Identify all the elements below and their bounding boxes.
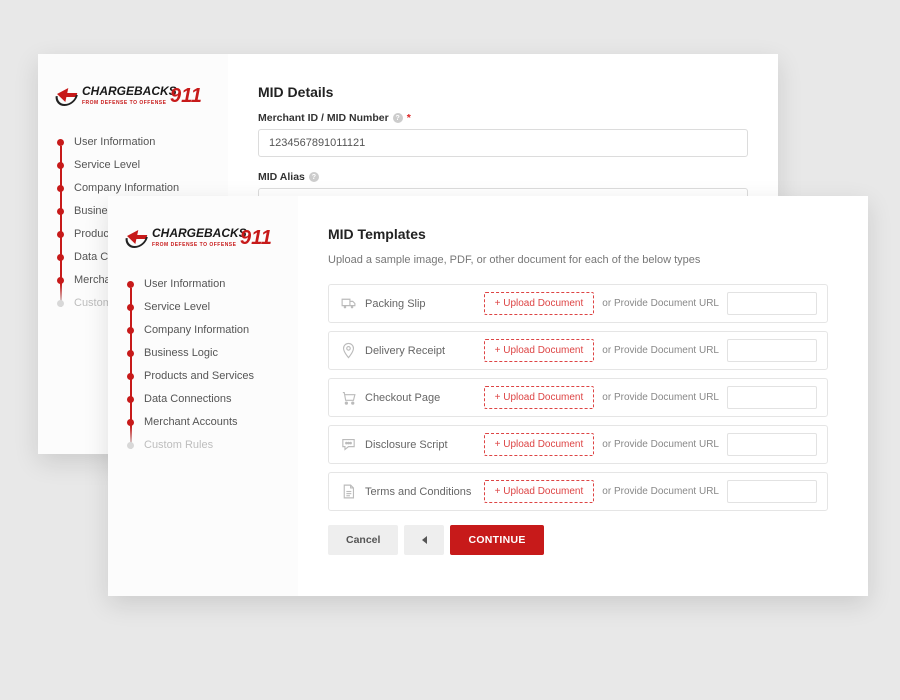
section-title: MID Templates <box>328 226 828 242</box>
sidebar-step[interactable]: User Information <box>52 136 214 159</box>
or-text: or Provide Document URL <box>602 486 719 497</box>
sidebar-step: Custom Rules <box>122 439 284 462</box>
document-url-input[interactable] <box>727 433 817 456</box>
template-label: Packing Slip <box>365 298 476 310</box>
template-label: Checkout Page <box>365 392 476 404</box>
upload-document-button[interactable]: + Upload Document <box>484 433 595 456</box>
svg-text:FROM DEFENSE TO OFFENSE: FROM DEFENSE TO OFFENSE <box>152 242 237 248</box>
sidebar-step[interactable]: Products and Services <box>122 370 284 393</box>
sidebar-step[interactable]: Data Connections <box>122 393 284 416</box>
help-icon[interactable]: ? <box>309 172 319 182</box>
speech-icon <box>339 436 357 454</box>
pin-icon <box>339 342 357 360</box>
truck-icon <box>339 295 357 313</box>
back-button[interactable] <box>404 525 444 555</box>
upload-document-button[interactable]: + Upload Document <box>484 339 595 362</box>
svg-text:CHARGEBACKS: CHARGEBACKS <box>152 226 247 240</box>
brand-logo: CHARGEBACKS 911 FROM DEFENSE TO OFFENSE <box>52 80 214 110</box>
merchant-id-label: Merchant ID / MID Number ? * <box>258 112 748 124</box>
mid-alias-label: MID Alias ? <box>258 171 748 183</box>
template-label: Disclosure Script <box>365 439 476 451</box>
brand-logo: CHARGEBACKS 911 FROM DEFENSE TO OFFENSE <box>122 222 284 252</box>
document-url-input[interactable] <box>727 386 817 409</box>
stepper: User InformationService LevelCompany Inf… <box>122 278 284 462</box>
merchant-id-input[interactable] <box>258 129 748 157</box>
sidebar: CHARGEBACKS 911 FROM DEFENSE TO OFFENSE … <box>108 196 298 596</box>
or-text: or Provide Document URL <box>602 298 719 309</box>
continue-button[interactable]: CONTINUE <box>450 525 543 555</box>
svg-text:911: 911 <box>240 227 272 249</box>
document-url-input[interactable] <box>727 292 817 315</box>
section-subtitle: Upload a sample image, PDF, or other doc… <box>328 254 828 266</box>
template-row: Delivery Receipt + Upload Document or Prov… <box>328 331 828 370</box>
template-row: Terms and Conditions + Upload Document or … <box>328 472 828 511</box>
upload-document-button[interactable]: + Upload Document <box>484 292 595 315</box>
required-indicator: * <box>407 112 411 124</box>
upload-document-button[interactable]: + Upload Document <box>484 386 595 409</box>
or-text: or Provide Document URL <box>602 392 719 403</box>
document-icon <box>339 483 357 501</box>
template-row: Disclosure Script + Upload Document or Pro… <box>328 425 828 464</box>
sidebar-step[interactable]: Service Level <box>122 301 284 324</box>
upload-document-button[interactable]: + Upload Document <box>484 480 595 503</box>
sidebar-step[interactable]: Business Logic <box>122 347 284 370</box>
or-text: or Provide Document URL <box>602 345 719 356</box>
front-card: CHARGEBACKS 911 FROM DEFENSE TO OFFENSE … <box>108 196 868 596</box>
sidebar-step[interactable]: Service Level <box>52 159 214 182</box>
sidebar-step[interactable]: Company Information <box>122 324 284 347</box>
cancel-button[interactable]: Cancel <box>328 525 398 555</box>
sidebar-step[interactable]: Merchant Accounts <box>122 416 284 439</box>
sidebar-step[interactable]: User Information <box>122 278 284 301</box>
brand-tagline: FROM DEFENSE TO OFFENSE <box>82 100 167 106</box>
chevron-left-icon <box>422 536 427 544</box>
brand-number: 911 <box>170 85 202 107</box>
help-icon[interactable]: ? <box>393 113 403 123</box>
button-bar: Cancel CONTINUE <box>328 525 828 555</box>
cart-icon <box>339 389 357 407</box>
document-url-input[interactable] <box>727 480 817 503</box>
template-row: Checkout Page + Upload Document or Provide… <box>328 378 828 417</box>
template-label: Delivery Receipt <box>365 345 476 357</box>
template-label: Terms and Conditions <box>365 486 476 498</box>
section-title: MID Details <box>258 84 748 100</box>
document-url-input[interactable] <box>727 339 817 362</box>
or-text: or Provide Document URL <box>602 439 719 450</box>
template-row: Packing Slip + Upload Document or Provide … <box>328 284 828 323</box>
content-area: MID Templates Upload a sample image, PDF… <box>298 196 868 596</box>
brand-name: CHARGEBACKS <box>82 84 177 98</box>
